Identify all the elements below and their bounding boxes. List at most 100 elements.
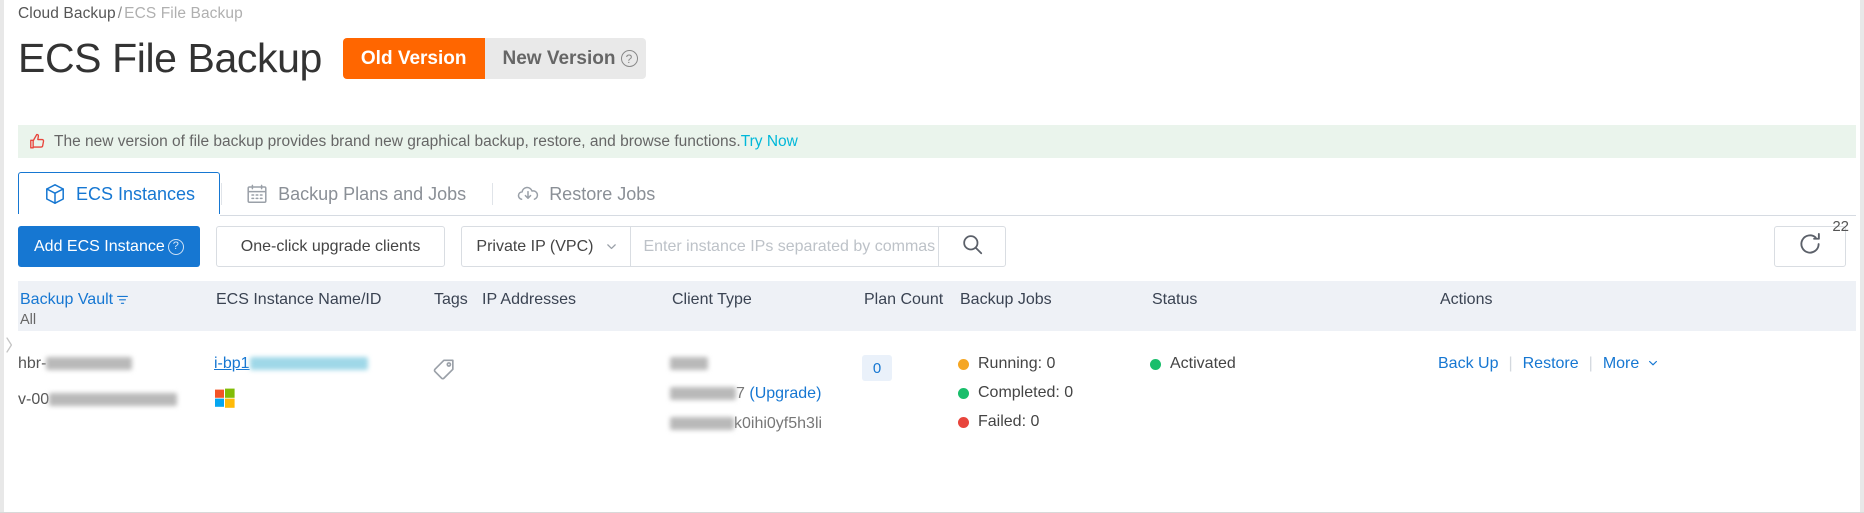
cell-instance-name-id: i-bp1 xyxy=(214,355,432,414)
column-header-plan-count: Plan Count xyxy=(864,291,944,308)
table-header-row: Backup Vault All ECS Instance Name/ID Ta… xyxy=(18,281,1856,331)
refresh-count-badge: 22 xyxy=(1832,218,1849,235)
toolbar: Add ECS Instance ? One-click upgrade cli… xyxy=(18,226,1007,267)
one-click-upgrade-clients-button[interactable]: One-click upgrade clients xyxy=(215,226,446,267)
new-version-banner: The new version of file backup provides … xyxy=(18,125,1856,158)
chevron-right-icon xyxy=(5,337,12,353)
column-header-status: Status xyxy=(1152,291,1198,308)
search-icon xyxy=(960,232,985,262)
instance-id-prefix: i-bp1 xyxy=(214,355,250,372)
filter-icon[interactable] xyxy=(116,294,129,307)
breadcrumb: Cloud Backup / ECS File Backup xyxy=(18,5,243,23)
action-separator-1: | xyxy=(1508,355,1513,372)
page-right-edge xyxy=(1860,0,1864,513)
client-id-suffix: k0ihi0yf5h3li xyxy=(734,415,823,432)
breadcrumb-current: ECS File Backup xyxy=(124,5,243,22)
restore-action[interactable]: Restore xyxy=(1523,355,1579,373)
breadcrumb-separator: / xyxy=(117,5,123,22)
ecs-instances-table: Backup Vault All ECS Instance Name/ID Ta… xyxy=(18,281,1856,432)
tab-ecs-instances[interactable]: ECS Instances xyxy=(18,172,221,216)
client-version-suffix: 7 xyxy=(736,385,745,402)
banner-message: The new version of file backup provides … xyxy=(54,132,741,150)
plan-count-badge[interactable]: 0 xyxy=(862,355,892,381)
version-toggle: Old Version New Version ? xyxy=(342,38,646,79)
status-dot-running xyxy=(958,358,969,370)
new-version-label: New Version xyxy=(502,47,616,69)
column-header-tags: Tags xyxy=(434,291,468,308)
instance-id-redacted xyxy=(249,357,368,371)
add-ecs-instance-help-icon[interactable]: ? xyxy=(167,238,184,255)
status-dot-failed xyxy=(958,416,969,428)
status-dot-completed xyxy=(958,387,969,399)
tab-bar: ECS Instances Backup Plans and Jobs Rest… xyxy=(18,172,1856,216)
backup-job-failed-label: Failed: 0 xyxy=(978,413,1040,430)
tab-backup-plans-and-jobs[interactable]: Backup Plans and Jobs xyxy=(220,172,491,215)
tab-ecs-instances-label: ECS Instances xyxy=(76,183,196,204)
client-id-redacted xyxy=(670,417,734,431)
title-row: ECS File Backup Old Version New Version … xyxy=(18,38,646,79)
column-header-backup-vault-label: Backup Vault xyxy=(20,291,114,308)
calendar-icon xyxy=(245,182,269,206)
column-header-backup-vault-filter-value: All xyxy=(20,312,37,328)
client-type-redacted xyxy=(670,357,708,371)
client-version-redacted xyxy=(670,387,736,401)
cloud-download-icon xyxy=(516,182,540,206)
cell-tags xyxy=(432,355,480,387)
new-version-button[interactable]: New Version ? xyxy=(484,38,646,79)
tab-backup-plans-and-jobs-label: Backup Plans and Jobs xyxy=(278,183,467,204)
instance-ip-search-input[interactable]: Enter instance IPs separated by commas (… xyxy=(630,226,955,267)
column-header-actions: Actions xyxy=(1440,291,1493,308)
cell-backup-jobs: Running: 0 Completed: 0 Failed: 0 xyxy=(958,355,1150,442)
column-header-ip-addresses: IP Addresses xyxy=(482,291,576,308)
tab-restore-jobs-label: Restore Jobs xyxy=(549,183,656,204)
action-separator-2: | xyxy=(1588,355,1593,372)
cell-client-type: 7 (Upgrade) k0ihi0yf5h3li xyxy=(670,355,862,433)
add-ecs-instance-button[interactable]: Add ECS Instance ? xyxy=(18,226,200,267)
backup-job-completed: Completed: 0 xyxy=(958,384,1150,402)
page-title: ECS File Backup xyxy=(18,35,322,81)
tag-icon[interactable] xyxy=(432,357,480,387)
try-now-link[interactable]: Try Now xyxy=(741,133,798,150)
tab-restore-jobs[interactable]: Restore Jobs xyxy=(491,172,680,215)
column-header-client-type: Client Type xyxy=(672,291,752,308)
more-action-label: More xyxy=(1602,355,1640,372)
table-row: hbr- v-00 i-bp1 7 (Upgrade) k0ihi0yf5h3l… xyxy=(18,331,1856,432)
vault-id-redacted xyxy=(49,393,178,407)
vault-name-redacted xyxy=(46,357,133,371)
backup-job-failed: Failed: 0 xyxy=(958,413,1150,431)
breadcrumb-root[interactable]: Cloud Backup xyxy=(18,5,116,22)
sidebar-collapse-handle[interactable] xyxy=(4,326,14,364)
new-version-help-icon[interactable]: ? xyxy=(620,50,638,67)
search-button[interactable] xyxy=(938,226,1007,267)
backup-job-completed-label: Completed: 0 xyxy=(978,384,1074,401)
status-badge: Activated xyxy=(1150,355,1438,373)
column-header-backup-vault[interactable]: Backup Vault All xyxy=(18,291,214,328)
old-version-button[interactable]: Old Version xyxy=(342,38,485,79)
instance-link[interactable]: i-bp1 xyxy=(214,355,432,373)
cell-status: Activated xyxy=(1150,355,1438,373)
refresh-icon xyxy=(1796,230,1824,263)
back-up-action[interactable]: Back Up xyxy=(1438,355,1498,373)
thumbs-up-icon xyxy=(28,132,47,151)
ip-type-select[interactable]: Private IP (VPC) xyxy=(461,226,631,267)
old-version-label: Old Version xyxy=(360,47,467,69)
client-upgrade-link[interactable]: (Upgrade) xyxy=(749,385,821,402)
cube-icon xyxy=(43,182,67,206)
add-ecs-instance-label: Add ECS Instance xyxy=(34,237,165,255)
more-chevron-down-icon xyxy=(1639,355,1658,372)
cell-actions: Back Up | Restore | More xyxy=(1438,355,1856,373)
banner-text: The new version of file backup provides … xyxy=(54,133,798,151)
refresh-button[interactable]: 22 xyxy=(1774,218,1849,267)
cell-plan-count: 0 xyxy=(862,355,958,381)
instance-ip-search-placeholder: Enter instance IPs separated by commas (… xyxy=(643,237,955,255)
windows-logo-icon xyxy=(214,387,432,414)
vault-id-prefix: v-00 xyxy=(18,391,50,408)
more-action[interactable]: More xyxy=(1603,355,1659,373)
chevron-down-icon xyxy=(605,240,618,253)
column-header-backup-jobs: Backup Jobs xyxy=(960,291,1052,308)
vault-name-prefix: hbr- xyxy=(18,355,47,372)
cell-backup-vault: hbr- v-00 xyxy=(18,355,214,409)
backup-job-running-label: Running: 0 xyxy=(978,355,1056,372)
ip-type-select-value: Private IP (VPC) xyxy=(476,237,594,255)
status-label: Activated xyxy=(1170,355,1236,372)
